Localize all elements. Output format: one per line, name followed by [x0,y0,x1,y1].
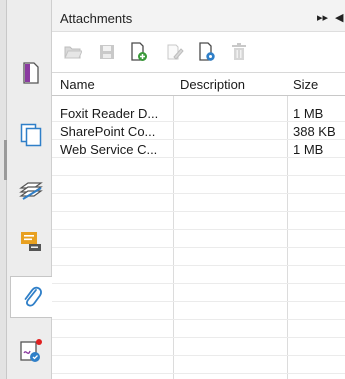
pages-icon [23,62,39,84]
attachments-paperclip-icon [24,286,42,307]
attachments-toolbar [52,33,345,71]
empty-row [52,230,345,248]
empty-row [52,248,345,266]
attachment-name: Foxit Reader D... [60,106,159,121]
panel-header: Attachments ▸▸ ◀ [52,0,345,32]
column-header-name[interactable]: Name [60,77,95,92]
stacked-layers-icon [19,182,43,200]
empty-row [52,266,345,284]
table-header: Name Description Size [52,72,345,96]
sidebar-item-layers[interactable] [11,114,51,156]
empty-row [52,176,345,194]
empty-row [52,158,345,176]
save-attachment-button[interactable] [96,41,118,63]
window-border [0,0,7,379]
open-folder-icon [64,46,82,59]
collapse-panel-icon[interactable]: ◀ [335,11,343,24]
table-row[interactable]: Foxit Reader D... 1 MB [52,104,345,122]
expand-panel-icon[interactable]: ▸▸ [317,11,328,24]
delete-attachment-button[interactable] [228,41,250,63]
column-header-size[interactable]: Size [293,77,318,92]
attachments-panel: Attachments ▸▸ ◀ Name Description Size F… [52,0,345,379]
empty-row [52,356,345,374]
empty-row [52,194,345,212]
attachment-properties-button[interactable] [196,41,218,63]
sidebar-item-comments[interactable] [11,220,51,262]
open-attachment-button[interactable] [62,41,84,63]
navigation-sidebar [7,0,53,379]
empty-row [52,302,345,320]
comments-icon [21,232,41,251]
attachment-size: 388 KB [293,124,336,139]
attachment-size: 1 MB [293,142,324,157]
panel-title: Attachments [60,11,133,26]
table-row[interactable]: Web Service C... 1 MB [52,140,345,158]
layers-icon [20,123,42,147]
sidebar-item-stacked-layers[interactable] [11,170,51,212]
column-header-description[interactable]: Description [180,77,245,92]
sidebar-item-attachments[interactable] [10,276,53,318]
save-icon [100,45,114,59]
empty-row [52,320,345,338]
edit-description-button[interactable] [164,41,186,63]
edit-description-icon [167,44,184,60]
attachments-table: Name Description Size Foxit Reader D... … [52,72,345,379]
file-settings-icon [199,42,215,61]
delete-icon [232,43,246,60]
signature-icon [20,339,42,362]
attachment-size: 1 MB [293,106,324,121]
add-attachment-button[interactable] [128,41,150,63]
empty-row [52,284,345,302]
sidebar-item-pages[interactable] [11,52,51,94]
empty-row [52,212,345,230]
attachment-name: Web Service C... [60,142,158,157]
table-row[interactable]: SharePoint Co... 388 KB [52,122,345,140]
sidebar-item-signatures[interactable] [11,330,51,372]
attachment-name: SharePoint Co... [60,124,156,139]
add-file-icon [131,42,147,61]
empty-row [52,338,345,356]
